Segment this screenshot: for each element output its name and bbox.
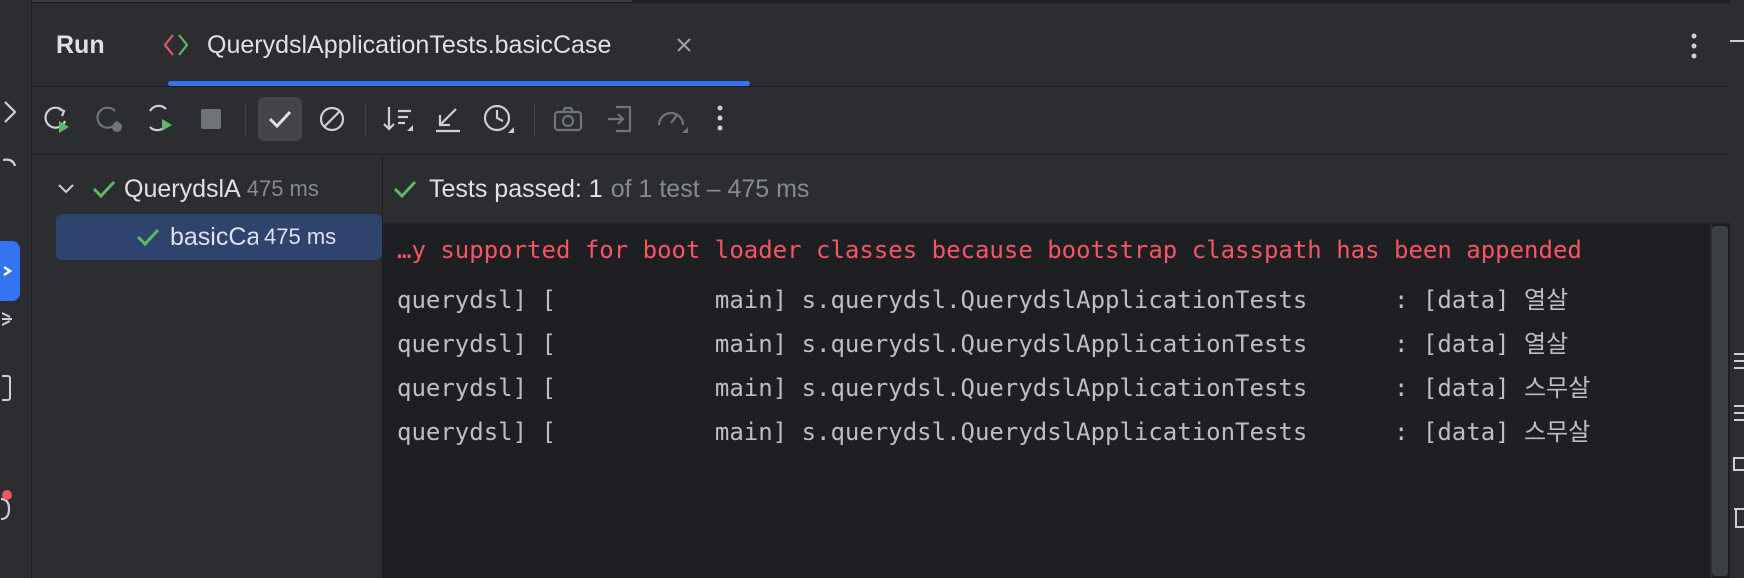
ide-window: Run QuerydslApplicationTests.basicCase Q… bbox=[0, 0, 1744, 578]
tree-node-test[interactable]: basicCa 475 ms bbox=[56, 214, 382, 260]
left-tool-strip bbox=[0, 0, 32, 578]
show-ignored-button[interactable] bbox=[310, 97, 354, 141]
problems-icon[interactable] bbox=[0, 490, 20, 521]
rerun-icon bbox=[44, 106, 69, 133]
rerun-failed-button[interactable] bbox=[87, 97, 131, 141]
panel-title: Run bbox=[56, 31, 105, 59]
run-panel-header: Run QuerydslApplicationTests.basicCase bbox=[32, 3, 1730, 87]
tree-node-label: QuerydslA bbox=[124, 174, 241, 203]
toolbar-separator bbox=[534, 103, 535, 137]
camera-icon bbox=[553, 106, 583, 132]
import-icon bbox=[608, 105, 632, 133]
more-vertical-icon[interactable] bbox=[1686, 31, 1702, 63]
tree-node-time: 475 ms bbox=[246, 176, 319, 201]
trash-icon[interactable] bbox=[1730, 505, 1744, 529]
right-tool-strip bbox=[1730, 0, 1744, 578]
top-border-segment bbox=[32, 0, 632, 2]
auto-test-icon bbox=[149, 104, 172, 132]
speedometer-icon bbox=[657, 111, 688, 133]
more-button[interactable] bbox=[698, 97, 742, 141]
run-tool-window-icon[interactable] bbox=[0, 241, 20, 301]
rerun-button[interactable] bbox=[35, 97, 79, 141]
ignored-icon bbox=[319, 106, 345, 132]
terminal-icon[interactable] bbox=[0, 375, 20, 401]
run-toolbar bbox=[32, 87, 1730, 155]
console-line: querydsl] [ main] s.querydsl.QuerydslApp… bbox=[397, 418, 1591, 446]
passed-check-icon bbox=[393, 178, 417, 200]
close-icon[interactable] bbox=[672, 33, 696, 57]
console-line: …y supported for boot loader classes bec… bbox=[397, 236, 1582, 264]
show-passed-button[interactable] bbox=[258, 97, 302, 141]
passed-check-icon bbox=[136, 226, 160, 248]
console-line: querydsl] [ main] s.querydsl.QuerydslApp… bbox=[397, 330, 1569, 358]
passed-check-icon bbox=[92, 178, 116, 200]
stop-button[interactable] bbox=[189, 97, 233, 141]
test-tree: QuerydslA 475 ms basicCa 475 ms bbox=[32, 155, 383, 578]
console-scrollbar[interactable] bbox=[1712, 224, 1730, 578]
soft-wrap-icon[interactable] bbox=[1730, 352, 1744, 370]
toggle-auto-test-button[interactable] bbox=[137, 97, 181, 141]
tree-node-root[interactable]: QuerydslA 475 ms bbox=[56, 166, 376, 212]
history-button[interactable] bbox=[476, 97, 520, 141]
stop-icon bbox=[201, 109, 221, 129]
screenshot-button[interactable] bbox=[546, 97, 590, 141]
test-status-bar: Tests passed: 1 of 1 test – 475 ms bbox=[383, 155, 1730, 224]
sort-button[interactable] bbox=[376, 97, 420, 141]
tests-summary-text: of 1 test – 475 ms bbox=[610, 174, 810, 203]
run-config-icon bbox=[161, 31, 191, 64]
check-icon bbox=[268, 110, 292, 129]
console-line: querydsl] [ main] s.querydsl.QuerydslApp… bbox=[397, 374, 1591, 402]
sort-icon bbox=[383, 107, 413, 131]
history-icon bbox=[483, 104, 514, 133]
toolbar-separator bbox=[245, 103, 246, 137]
print-icon[interactable] bbox=[1730, 452, 1744, 474]
minimize-icon[interactable] bbox=[1730, 40, 1744, 42]
tree-node-label: basicCa bbox=[170, 222, 258, 251]
tests-passed-text: Tests passed: 1 bbox=[429, 174, 603, 203]
run-panel: Run QuerydslApplicationTests.basicCase Q… bbox=[32, 0, 1730, 578]
scroll-to-end-icon[interactable] bbox=[1730, 404, 1744, 422]
tab-run-config[interactable]: QuerydslApplicationTests.basicCase bbox=[137, 3, 750, 86]
debug-icon[interactable] bbox=[0, 307, 20, 331]
toolbar-separator bbox=[365, 103, 366, 137]
tree-node-time: 475 ms bbox=[264, 224, 337, 249]
profile-button[interactable] bbox=[650, 97, 694, 141]
chevron-down-icon[interactable] bbox=[56, 183, 76, 195]
commit-icon[interactable] bbox=[0, 152, 20, 176]
tab-label: QuerydslApplicationTests.basicCase bbox=[207, 31, 612, 59]
collapse-icon bbox=[436, 108, 460, 133]
import-button[interactable] bbox=[598, 97, 642, 141]
rerun-failed-icon bbox=[96, 106, 122, 132]
more-vertical-icon bbox=[717, 105, 723, 131]
collapse-button[interactable] bbox=[426, 97, 470, 141]
tab-selected-indicator bbox=[168, 81, 750, 86]
console-line: querydsl] [ main] s.querydsl.QuerydslApp… bbox=[397, 286, 1569, 314]
chevron-right-icon[interactable] bbox=[0, 100, 20, 124]
scrollbar-thumb[interactable] bbox=[1712, 226, 1728, 576]
console-output[interactable]: …y supported for boot loader classes bec… bbox=[383, 224, 1710, 578]
